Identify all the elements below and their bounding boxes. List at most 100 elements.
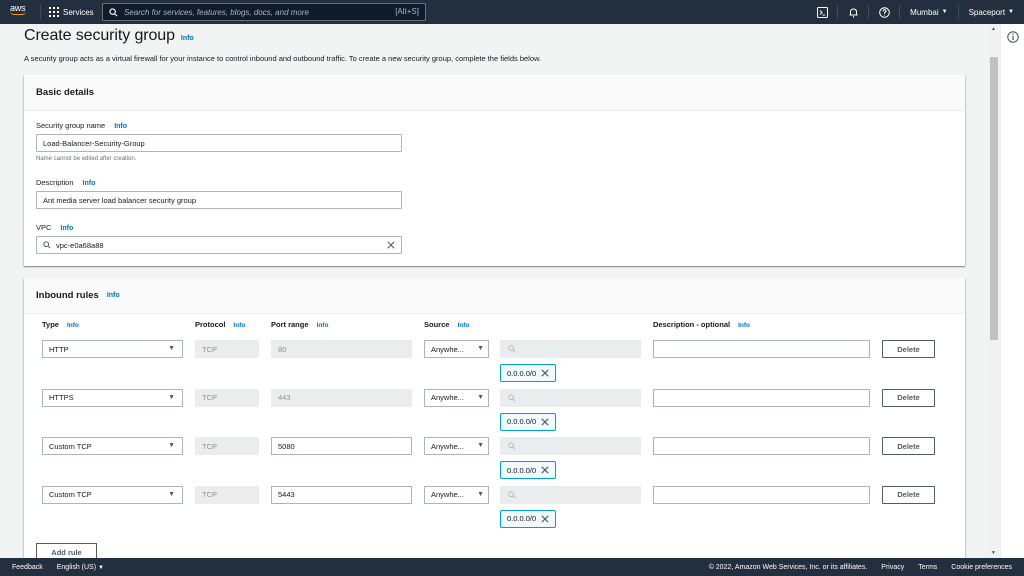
account-menu[interactable]: Spaceport ▼ [959, 8, 1024, 17]
column-header-description: Description - optional Info [653, 320, 750, 329]
cidr-value: 0.0.0.0/0 [507, 368, 537, 378]
rule-port-range[interactable]: 443 [271, 388, 412, 407]
cookie-preferences-link[interactable]: Cookie preferences [951, 564, 1012, 571]
region-selector[interactable]: Mumbai ▼ [900, 8, 957, 17]
panel-header: Inbound rules Info [24, 278, 965, 314]
rule-description-input[interactable] [653, 437, 870, 455]
rule-source-value: Anywhe... [431, 344, 464, 354]
header-text: Type [42, 320, 59, 329]
security-group-name-input[interactable]: Load-Balancer-Security-Group [36, 134, 402, 152]
rule-protocol: TCP [195, 340, 259, 358]
rule-row: Custom TCP ▼ TCP 5443 Anywhe... ▼ 0.0.0.… [24, 485, 965, 530]
caret-down-icon: ▼ [168, 393, 175, 401]
info-icon[interactable] [1007, 31, 1019, 43]
rule-description-input[interactable] [653, 485, 870, 504]
type-info-link[interactable]: Info [67, 322, 79, 329]
feedback-link[interactable]: Feedback [12, 564, 43, 571]
rule-protocol: TCP [195, 388, 259, 407]
rule-source-select[interactable]: Anywhe... ▼ [424, 340, 489, 358]
delete-rule-button[interactable]: Delete [882, 388, 935, 407]
source-info-link[interactable]: Info [457, 322, 469, 329]
delete-rule-button[interactable]: Delete [882, 485, 935, 504]
cidr-token: 0.0.0.0/0 [500, 412, 557, 431]
clear-icon[interactable] [387, 241, 395, 249]
nav-right: Mumbai ▼ Spaceport ▼ [807, 0, 1024, 24]
scroll-down-arrow-icon[interactable]: ▼ [991, 550, 996, 556]
rule-source-value: Anywhe... [431, 393, 464, 402]
cloudshell-button[interactable] [807, 0, 837, 24]
name-info-link[interactable]: Info [114, 123, 127, 130]
description-info-link[interactable]: Info [738, 322, 750, 329]
description-info-link[interactable]: Info [83, 180, 96, 187]
add-rule-button[interactable]: Add rule [36, 543, 97, 558]
terms-link[interactable]: Terms [918, 564, 937, 571]
language-selector[interactable]: English (US) ▼ [57, 564, 104, 571]
panel-title: Inbound rules [36, 290, 99, 301]
search-icon [508, 393, 516, 402]
footer-left: Feedback English (US) ▼ [0, 564, 104, 571]
rule-port-range[interactable]: 5080 [271, 437, 412, 455]
port-range-info-link[interactable]: Info [317, 322, 329, 329]
caret-down-icon: ▼ [941, 9, 948, 15]
rule-source-value: Anywhe... [431, 490, 464, 499]
rule-description-input[interactable] [653, 340, 870, 358]
vpc-select[interactable]: vpc-e0a68a88 [36, 236, 402, 254]
rule-port-range[interactable]: 5443 [271, 485, 412, 504]
scroll-up-arrow-icon[interactable]: ▲ [991, 26, 996, 32]
page-info-link[interactable]: Info [181, 35, 194, 42]
delete-rule-button[interactable]: Delete [882, 340, 935, 358]
rule-description-input[interactable] [653, 388, 870, 407]
footer-right: © 2022, Amazon Web Services, Inc. or its… [709, 564, 1012, 571]
rule-type-select[interactable]: HTTP ▼ [42, 340, 183, 358]
footer: Feedback English (US) ▼ © 2022, Amazon W… [0, 558, 1024, 576]
vpc-label: VPC Info [36, 223, 73, 232]
caret-down-icon: ▼ [477, 442, 484, 449]
protocol-info-link[interactable]: Info [233, 322, 245, 329]
rule-source-select[interactable]: Anywhe... ▼ [424, 437, 489, 455]
rule-type-select[interactable]: Custom TCP ▼ [42, 437, 183, 455]
copyright-text: © 2022, Amazon Web Services, Inc. or its… [708, 563, 868, 571]
rule-type-select[interactable]: HTTPS ▼ [42, 388, 183, 407]
help-icon [878, 6, 890, 18]
vpc-info-link[interactable]: Info [60, 225, 73, 232]
rule-type-select[interactable]: Custom TCP ▼ [42, 485, 183, 504]
notifications-button[interactable] [838, 0, 868, 24]
panel-header: Basic details [24, 75, 965, 111]
rule-type-value: Custom TCP [49, 441, 92, 451]
delete-rule-button[interactable]: Delete [882, 437, 935, 455]
remove-token-icon[interactable] [541, 466, 549, 474]
remove-token-icon[interactable] [541, 369, 549, 377]
rule-port-range[interactable]: 80 [271, 340, 412, 358]
rule-row: HTTP ▼ TCP 80 Anywhe... ▼ 0.0.0.0/0 Dele… [24, 340, 965, 384]
rule-source-select[interactable]: Anywhe... ▼ [424, 388, 489, 407]
aws-logo[interactable]: aws [10, 3, 32, 21]
region-label: Mumbai [910, 7, 939, 17]
label-text: Security group name [36, 121, 106, 130]
scroll-thumb[interactable] [990, 57, 998, 340]
description-input[interactable]: Ant media server load balancer security … [36, 191, 402, 209]
rule-cidr-search[interactable] [500, 485, 641, 504]
inbound-info-link[interactable]: Info [107, 292, 120, 299]
column-header-source: Source Info [424, 320, 469, 329]
remove-token-icon[interactable] [541, 417, 549, 426]
help-panel-rail [1000, 24, 1024, 558]
search-icon [43, 241, 51, 249]
rule-cidr-search[interactable] [500, 388, 641, 407]
global-search[interactable]: [Alt+S] [102, 3, 426, 21]
privacy-link[interactable]: Privacy [881, 564, 904, 571]
help-button[interactable] [869, 0, 899, 24]
remove-token-icon[interactable] [541, 514, 549, 523]
cidr-value: 0.0.0.0/0 [507, 514, 537, 523]
inbound-rules-panel: Inbound rules Info Type Info Protocol In… [24, 278, 965, 558]
services-menu-button[interactable]: Services [49, 4, 94, 20]
vertical-scrollbar[interactable]: ▲ ▼ [988, 24, 1000, 558]
rule-cidr-search[interactable] [500, 437, 641, 455]
cidr-value: 0.0.0.0/0 [507, 417, 537, 426]
rule-cidr-search[interactable] [500, 340, 641, 358]
rule-source-value: Anywhe... [431, 441, 464, 451]
rule-source-select[interactable]: Anywhe... ▼ [424, 485, 489, 504]
page-description: A security group acts as a virtual firew… [24, 54, 542, 63]
caret-down-icon: ▼ [477, 345, 484, 352]
search-input[interactable] [124, 7, 374, 17]
top-navigation: aws Services [Alt+S] Mumbai ▼ Spaceport … [0, 0, 1024, 24]
